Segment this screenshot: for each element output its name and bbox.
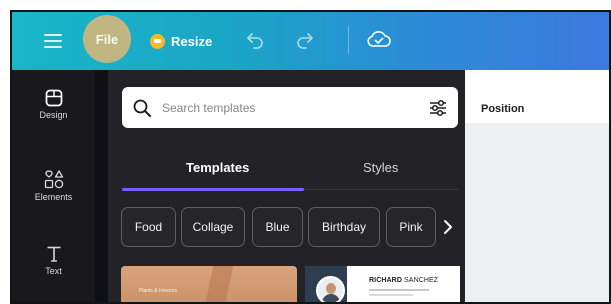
chevron-right-icon[interactable]: [441, 218, 455, 236]
app-window: File Resize Design Elements Text Search …: [10, 10, 611, 304]
filter-chip-collage[interactable]: Collage: [181, 207, 245, 247]
design-layout-icon: [45, 89, 62, 107]
search-input[interactable]: [160, 97, 414, 119]
template-thumbnail[interactable]: RICHARD SANCHEZ: [305, 266, 460, 302]
properties-header: Position: [465, 70, 609, 124]
filter-chip-blue[interactable]: Blue: [252, 207, 303, 247]
sidebar-item-label: Elements: [34, 192, 73, 202]
text-icon: [47, 246, 60, 262]
resize-label: Resize: [171, 33, 213, 49]
search-icon: [133, 99, 151, 117]
top-toolbar: File Resize: [12, 12, 609, 70]
sidebar-item-text[interactable]: Text: [12, 244, 95, 276]
template-thumbnail[interactable]: Plants & Interiors: [121, 266, 297, 302]
crown-icon: [150, 33, 165, 49]
card-name: RICHARD SANCHEZ: [369, 277, 439, 284]
sidebar-item-design[interactable]: Design: [12, 88, 95, 120]
elements-shapes-icon: [44, 170, 63, 189]
filter-chip-pink[interactable]: Pink: [386, 207, 436, 247]
editor-canvas[interactable]: [465, 123, 609, 302]
filter-sliders-icon[interactable]: [428, 98, 448, 118]
template-caption: Plants & Interiors: [139, 288, 178, 294]
templates-panel: Templates Styles Food Collage Blue Birth…: [108, 70, 465, 302]
cloud-sync-icon[interactable]: [366, 28, 392, 55]
card-subtitle-line: [369, 294, 413, 296]
card-subtitle-line: [369, 289, 429, 291]
thumbnail-decor: [204, 266, 234, 302]
file-menu-button[interactable]: File: [83, 15, 131, 63]
sidebar-item-label: Text: [45, 266, 62, 276]
search-box: [122, 87, 458, 128]
redo-icon[interactable]: [295, 29, 315, 54]
file-menu-label: File: [95, 31, 119, 47]
resize-button[interactable]: Resize: [150, 31, 212, 51]
sidebar-item-label: Design: [39, 110, 68, 120]
filter-chip-birthday[interactable]: Birthday: [308, 207, 380, 247]
position-heading: Position: [481, 103, 525, 115]
tab-styles[interactable]: Styles: [363, 160, 398, 175]
avatar: [316, 276, 345, 302]
filter-chip-food[interactable]: Food: [121, 207, 176, 247]
sidebar-item-elements[interactable]: Elements: [12, 168, 95, 202]
hamburger-menu-icon[interactable]: [44, 31, 62, 49]
undo-icon[interactable]: [245, 29, 265, 54]
active-tab-indicator: [122, 188, 304, 191]
tab-templates[interactable]: Templates: [186, 160, 249, 175]
toolbar-divider: [348, 26, 349, 54]
